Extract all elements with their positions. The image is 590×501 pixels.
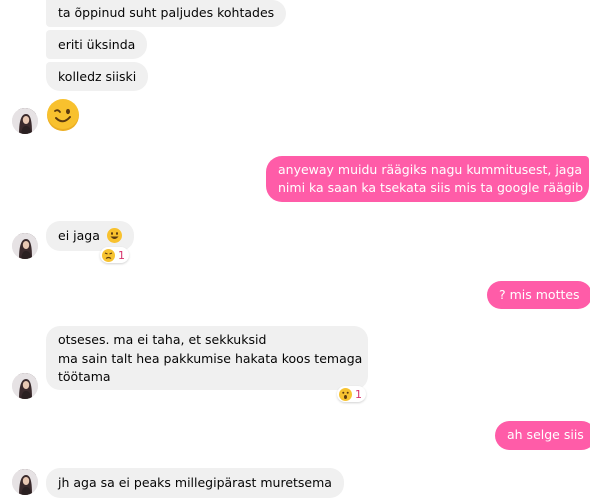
message-incoming[interactable]: jh aga sa ei peaks millegipärast muretse… <box>46 468 344 498</box>
message-text-line: töötama <box>58 369 111 384</box>
message-reaction[interactable]: 1 <box>337 386 366 402</box>
contact-avatar[interactable] <box>12 373 38 399</box>
message-incoming[interactable]: eriti üksinda <box>46 30 148 59</box>
message-text-line: anyeway muidu räägiks nagu kummitusest, … <box>278 162 583 177</box>
message-incoming[interactable]: otseses. ma ei taha, et sekkuksid ma sai… <box>46 326 368 390</box>
message-incoming[interactable]: kolledz siiski <box>46 62 149 91</box>
message-text: eriti üksinda <box>58 37 136 52</box>
message-text-line: otseses. ma ei taha, et sekkuksid <box>58 332 267 347</box>
contact-avatar[interactable] <box>12 233 38 259</box>
message-text: ta õppinud suht paljudes kohtades <box>58 5 275 20</box>
reaction-count: 1 <box>118 248 125 262</box>
message-outgoing[interactable]: anyeway muidu räägiks nagu kummitusest, … <box>266 156 589 202</box>
surprised-face-icon <box>339 387 352 401</box>
message-reaction[interactable]: 1 <box>100 247 129 263</box>
winking-face-icon[interactable] <box>47 99 79 131</box>
grinning-face-icon <box>106 228 122 243</box>
contact-avatar[interactable] <box>12 469 38 495</box>
contact-avatar[interactable] <box>12 108 38 134</box>
message-outgoing[interactable]: ? mis mottes <box>487 281 590 309</box>
message-text: kolledz siiski <box>58 69 137 84</box>
message-text-line: ma sain talt hea pakkumise hakata koos t… <box>58 350 363 366</box>
message-outgoing[interactable]: ah selge siis <box>495 421 590 450</box>
message-text: ei jaga <box>58 228 100 243</box>
message-incoming[interactable]: ta õppinud suht paljudes kohtades <box>46 0 287 27</box>
message-text: ah selge siis <box>507 427 584 442</box>
confused-face-icon <box>102 248 115 262</box>
message-text: ? mis mottes <box>499 287 580 302</box>
message-text-line: nimi ka saan ka tsekata siis mis ta goog… <box>278 180 584 195</box>
message-text: jh aga sa ei peaks millegipärast muretse… <box>58 475 332 490</box>
reaction-count: 1 <box>355 387 362 401</box>
